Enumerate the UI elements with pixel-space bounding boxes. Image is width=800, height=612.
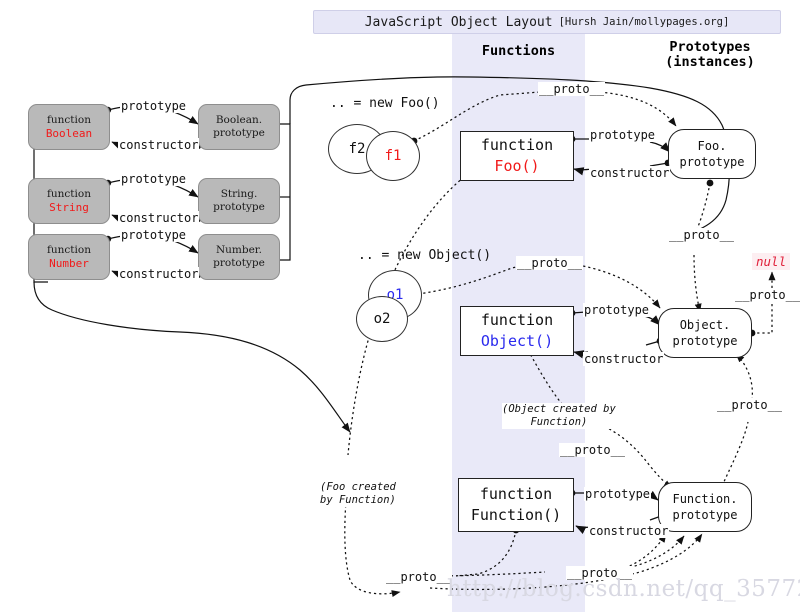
prototype-box-object[interactable]: Object. prototype — [658, 308, 752, 358]
function-box-boolean-name: Boolean — [45, 127, 93, 140]
prototype-box-function-l1: Function. — [672, 492, 738, 506]
null-value: null — [752, 253, 791, 270]
function-box-foo-name: Foo() — [494, 157, 540, 175]
edge-label-string-prototype: prototype — [120, 172, 188, 186]
prototype-box-boolean-l1: Boolean. — [215, 114, 263, 126]
edge-label-function-proto-upper: __proto__ — [559, 443, 627, 457]
prototype-box-foo[interactable]: Foo. prototype — [668, 129, 756, 179]
function-box-boolean-keyword: function — [47, 114, 91, 126]
edge-label-object-proto-right: __proto__ — [716, 398, 784, 412]
edge-label-object-proto-top: __proto__ — [516, 256, 584, 270]
edge-label-object-prototype: prototype — [583, 303, 651, 317]
instance-circle-f1-label: f1 — [384, 148, 402, 164]
function-box-boolean[interactable]: function Boolean — [28, 104, 110, 150]
function-box-foo-keyword: function — [480, 136, 554, 154]
note-foo-created: (Foo created by Function) — [320, 481, 396, 507]
instance-circle-o2[interactable]: o2 — [356, 296, 408, 342]
prototype-box-foo-l2: prototype — [679, 155, 745, 169]
function-box-object-name: Object() — [480, 332, 554, 350]
edge-label-object-proto-null: __proto__ — [734, 288, 800, 302]
function-box-object[interactable]: function Object() — [460, 306, 574, 356]
prototype-box-string[interactable]: String. prototype — [198, 178, 280, 224]
edge-label-string-constructor: constructor — [118, 211, 200, 225]
prototype-box-boolean[interactable]: Boolean. prototype — [198, 104, 280, 150]
edge-label-foo-constructor: constructor — [589, 166, 671, 180]
diagram-canvas: JavaScript Object Layout [Hursh Jain/mol… — [0, 0, 800, 612]
function-box-number-name: Number — [49, 257, 89, 270]
prototype-box-string-l2: prototype — [213, 201, 265, 213]
function-box-string-keyword: function — [47, 188, 91, 200]
instance-circle-f2-label: f2 — [348, 141, 366, 157]
prototype-box-object-l1: Object. — [679, 318, 731, 332]
new-object-label: .. = new Object() — [358, 248, 492, 263]
edge-label-number-prototype: prototype — [120, 228, 188, 242]
prototype-box-foo-l1: Foo. — [697, 139, 727, 153]
note-foo-created-l2: by Function) — [320, 494, 396, 506]
edge-label-foo-prototype: prototype — [589, 128, 657, 142]
edge-label-number-constructor: constructor — [118, 267, 200, 281]
edge-label-function-constructor: constructor — [588, 524, 670, 538]
prototype-box-string-l1: String. — [220, 188, 258, 200]
watermark: http://blog.csdn.net/qq_35772366 — [447, 576, 800, 602]
edge-label-boolean-prototype: prototype — [120, 99, 188, 113]
prototype-box-number-l2: prototype — [213, 257, 265, 269]
function-box-function-keyword: function — [479, 485, 553, 503]
function-box-number[interactable]: function Number — [28, 234, 110, 280]
edge-label-boolean-constructor: constructor — [118, 138, 200, 152]
function-box-string-name: String — [49, 201, 89, 214]
note-object-created-l2: Function) — [530, 416, 588, 428]
edge-label-foo-proto-top: __proto__ — [538, 82, 606, 96]
note-object-created: (Object created by Function) — [502, 403, 616, 429]
prototype-box-function[interactable]: Function. prototype — [658, 482, 752, 532]
new-foo-label: .. = new Foo() — [330, 96, 440, 111]
prototype-box-function-l2: prototype — [672, 508, 738, 522]
function-box-function[interactable]: function Function() — [458, 478, 574, 532]
prototype-box-number[interactable]: Number. prototype — [198, 234, 280, 280]
note-object-created-l1: (Object created by — [502, 403, 616, 415]
edge-label-function-proto-bottom-left: __proto__ — [385, 570, 453, 584]
prototype-box-boolean-l2: prototype — [213, 127, 265, 139]
function-box-function-name: Function() — [470, 506, 562, 524]
note-foo-created-l1: (Foo created — [320, 481, 396, 493]
instance-circle-f1[interactable]: f1 — [366, 131, 420, 181]
prototype-box-object-l2: prototype — [672, 334, 738, 348]
function-box-foo[interactable]: function Foo() — [460, 131, 574, 181]
edge-label-object-constructor: constructor — [583, 352, 665, 366]
edge-label-foo-proto-bottom: __proto__ — [668, 228, 736, 242]
prototype-box-number-l1: Number. — [215, 244, 263, 256]
instance-circle-o2-label: o2 — [373, 311, 391, 327]
function-box-string[interactable]: function String — [28, 178, 110, 224]
function-box-number-keyword: function — [47, 244, 91, 256]
function-box-object-keyword: function — [480, 311, 554, 329]
edge-label-function-prototype: prototype — [584, 487, 652, 501]
